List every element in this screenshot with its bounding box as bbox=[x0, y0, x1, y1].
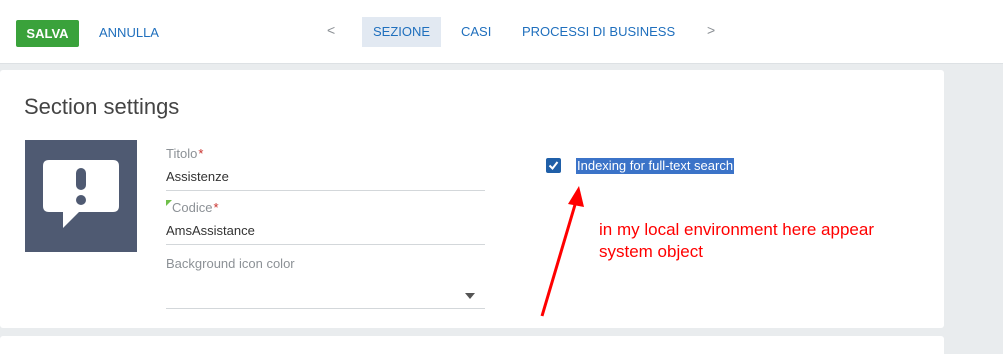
page-title: Section settings bbox=[24, 94, 180, 119]
code-input[interactable]: AmsAssistance bbox=[166, 223, 485, 245]
title-input[interactable]: Assistenze bbox=[166, 169, 485, 191]
indexing-checkbox[interactable] bbox=[546, 158, 561, 173]
changed-marker bbox=[166, 200, 172, 206]
save-button[interactable]: SALVA bbox=[16, 20, 79, 47]
tab-casi[interactable]: CASI bbox=[450, 17, 502, 47]
annotation-note: in my local environment here appear syst… bbox=[599, 219, 874, 263]
bg-color-label: Background icon color bbox=[166, 256, 295, 271]
code-label: Codice bbox=[172, 200, 213, 215]
required-mark: * bbox=[213, 200, 219, 215]
title-label: Titolo bbox=[166, 146, 198, 161]
cancel-button[interactable]: ANNULLA bbox=[99, 25, 159, 40]
tabs-prev-arrow-icon[interactable]: < bbox=[327, 22, 335, 38]
chevron-down-icon[interactable] bbox=[465, 293, 475, 299]
chat-exclamation-icon bbox=[43, 160, 119, 228]
code-field: Codice* AmsAssistance bbox=[166, 200, 485, 245]
tab-processi-di-business[interactable]: PROCESSI DI BUSINESS bbox=[511, 17, 686, 47]
annotation-arrow bbox=[540, 186, 584, 317]
section-settings-panel: Section settings Titolo* Assistenze Codi… bbox=[0, 70, 944, 328]
section-icon[interactable] bbox=[25, 140, 137, 252]
checkmark-icon bbox=[548, 161, 559, 171]
indexing-label[interactable]: Indexing for full-text search bbox=[576, 158, 735, 174]
title-field: Titolo* Assistenze bbox=[166, 146, 485, 191]
tab-sezione[interactable]: SEZIONE bbox=[362, 17, 442, 47]
bg-color-field: Background icon color bbox=[166, 256, 485, 309]
top-toolbar: SALVA ANNULLA < SEZIONE CASI PROCESSI DI… bbox=[0, 0, 1003, 64]
required-mark: * bbox=[198, 146, 204, 161]
annotation-line-2: system object bbox=[599, 242, 703, 261]
annotation-line-1: in my local environment here appear bbox=[599, 220, 874, 239]
tabs-next-arrow-icon[interactable]: > bbox=[707, 22, 715, 38]
next-panel bbox=[0, 336, 944, 354]
bg-color-select[interactable] bbox=[166, 279, 485, 309]
